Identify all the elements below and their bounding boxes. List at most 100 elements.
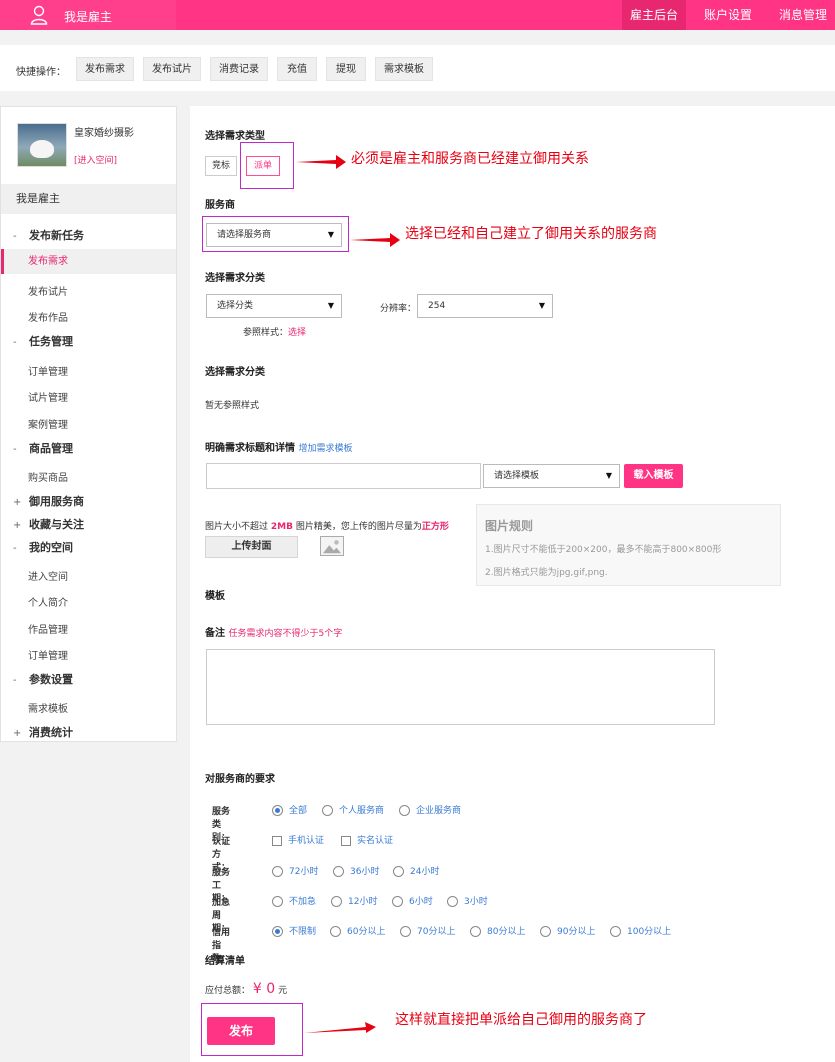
radio-icon [272,866,283,877]
duration-24h-radio[interactable]: 24小时 [393,864,439,877]
credit-80-radio[interactable]: 80分以上 [470,924,525,937]
credit-unlimited-radio[interactable]: 不限制 [272,924,316,937]
sidebar-item-case-management[interactable]: 案例管理 [28,416,68,431]
sidebar-group-my-space[interactable]: - 我的空间 [13,539,73,555]
upload-cover-button[interactable]: 上传封面 [205,536,298,558]
expand-icon: + [13,728,22,739]
resolution-select[interactable]: 254 ▼ [417,294,553,318]
avatar-photo [30,140,54,158]
radio-icon [399,805,410,816]
sidebar: 皇家婚纱摄影 [进入空间] 我是雇主 - 发布新任务 发布需求 发布试片 发布作品… [0,106,177,742]
template-select[interactable]: 请选择模板 ▼ [483,464,620,488]
sidebar-item-works-management[interactable]: 作品管理 [28,621,68,636]
requirement-section-title: 对服务商的要求 [205,774,275,785]
urgent-6h-radio[interactable]: 6小时 [392,894,433,907]
sidebar-group-task-management[interactable]: - 任务管理 [13,333,73,349]
load-template-button[interactable]: 载入模板 [624,464,683,488]
main-panel: 选择需求类型 竞标 派单 必须是雇主和服务商已经建立御用关系 服务商 请选择服务… [190,106,835,1062]
service-type-company-radio[interactable]: 企业服务商 [399,803,461,816]
avatar[interactable] [17,123,67,167]
radio-icon [470,926,481,937]
bid-type-button[interactable]: 竞标 [205,156,237,176]
collapse-icon: - [13,444,17,455]
sidebar-item-enter-space[interactable]: 进入空间 [28,568,68,583]
quick-actions-label: 快捷操作： [16,67,66,78]
total-amount-row: 应付总额： ¥ 0 元 [205,981,288,997]
dropdown-caret-icon: ▼ [327,301,334,310]
urgent-none-radio[interactable]: 不加急 [272,894,316,907]
phone-cert-checkbox[interactable]: 手机认证 [272,833,324,846]
image-tip: 图片大小不超过 2MB 图片精美，您上传的图片尽量为正方形 [205,522,449,532]
detail-section-title: 明确需求标题和详情 增加需求模板 [205,443,353,454]
radio-checked-icon [272,926,283,937]
sidebar-item-sample-management[interactable]: 试片管理 [28,389,68,404]
sidebar-role-title: 我是雇主 [1,184,176,214]
expand-icon: + [13,520,22,531]
category-select[interactable]: 选择分类 ▼ [206,294,342,318]
annotation-publish-note: 这样就直接把单派给自己御用的服务商了 [395,1012,647,1028]
nav-employer-backend[interactable]: 雇主后台 [622,0,686,30]
demand-title-input[interactable] [206,463,481,489]
category-section-title: 选择需求分类 [205,273,265,284]
quick-post-demand-button[interactable]: 发布需求 [76,57,134,81]
quick-spending-record-button[interactable]: 消费记录 [210,57,268,81]
sidebar-item-post-demand[interactable]: 发布需求 [1,249,176,274]
arrow-icon [304,1022,376,1033]
sidebar-group-favorites[interactable]: + 收藏与关注 [13,516,84,532]
sidebar-item-post-sample[interactable]: 发布试片 [28,283,68,298]
quick-actions-bar: 快捷操作： 发布需求 发布试片 消费记录 充值 提现 需求模板 [0,45,835,91]
annotation-dispatch-note: 必须是雇主和服务商已经建立御用关系 [351,151,589,167]
highlight-provider-select [202,216,349,252]
sidebar-item-demand-template[interactable]: 需求模板 [28,700,68,715]
credit-60-radio[interactable]: 60分以上 [330,924,385,937]
radio-icon [400,926,411,937]
dropdown-caret-icon: ▼ [538,301,545,310]
duration-72h-radio[interactable]: 72小时 [272,864,318,877]
nav-message-management[interactable]: 消息管理 [770,0,835,30]
radio-checked-icon [272,805,283,816]
collapse-icon: - [13,675,17,686]
service-type-personal-radio[interactable]: 个人服务商 [322,803,384,816]
radio-icon [610,926,621,937]
radio-icon [333,866,344,877]
image-rules-title: 图片规则 [485,519,534,533]
sidebar-item-profile[interactable]: 个人简介 [28,594,68,609]
provider-section-title: 服务商 [205,200,235,211]
radio-icon [447,896,458,907]
credit-70-radio[interactable]: 70分以上 [400,924,455,937]
sidebar-group-settings[interactable]: - 参数设置 [13,671,73,687]
realname-cert-checkbox[interactable]: 实名认证 [341,833,393,846]
sidebar-group-exclusive-providers[interactable]: + 御用服务商 [13,493,84,509]
image-rule-2: 2.图片格式只能为jpg,gif,png. [485,568,608,578]
expand-icon: + [13,497,22,508]
sidebar-item-order-management-2[interactable]: 订单管理 [28,647,68,662]
sidebar-item-order-management[interactable]: 订单管理 [28,363,68,378]
quick-withdraw-button[interactable]: 提现 [326,57,366,81]
reference-select-link[interactable]: 选择 [288,328,306,338]
quick-post-sample-button[interactable]: 发布试片 [143,57,201,81]
collapse-icon: - [13,543,17,554]
sidebar-group-spending-stats[interactable]: + 消费统计 [13,724,73,740]
sidebar-item-buy-goods[interactable]: 购买商品 [28,469,68,484]
radio-icon [393,866,404,877]
collapse-icon: - [13,337,17,348]
highlight-publish [201,1003,303,1056]
nav-account-settings[interactable]: 账户设置 [693,0,763,30]
duration-36h-radio[interactable]: 36小时 [333,864,379,877]
add-template-link[interactable]: 增加需求模板 [298,444,352,454]
remark-textarea[interactable] [206,649,715,725]
quick-demand-template-button[interactable]: 需求模板 [375,57,433,81]
enter-space-link[interactable]: [进入空间] [74,153,117,166]
brand-area: 我是雇主 [0,0,176,30]
sidebar-group-goods-management[interactable]: - 商品管理 [13,440,73,456]
credit-100-radio[interactable]: 100分以上 [610,924,671,937]
urgent-3h-radio[interactable]: 3小时 [447,894,488,907]
user-icon [30,5,48,25]
radio-icon [540,926,551,937]
sidebar-item-post-work[interactable]: 发布作品 [28,309,68,324]
quick-recharge-button[interactable]: 充值 [277,57,317,81]
sidebar-group-post-task[interactable]: - 发布新任务 [13,227,84,243]
urgent-12h-radio[interactable]: 12小时 [331,894,377,907]
credit-90-radio[interactable]: 90分以上 [540,924,595,937]
service-type-all-radio[interactable]: 全部 [272,803,307,816]
